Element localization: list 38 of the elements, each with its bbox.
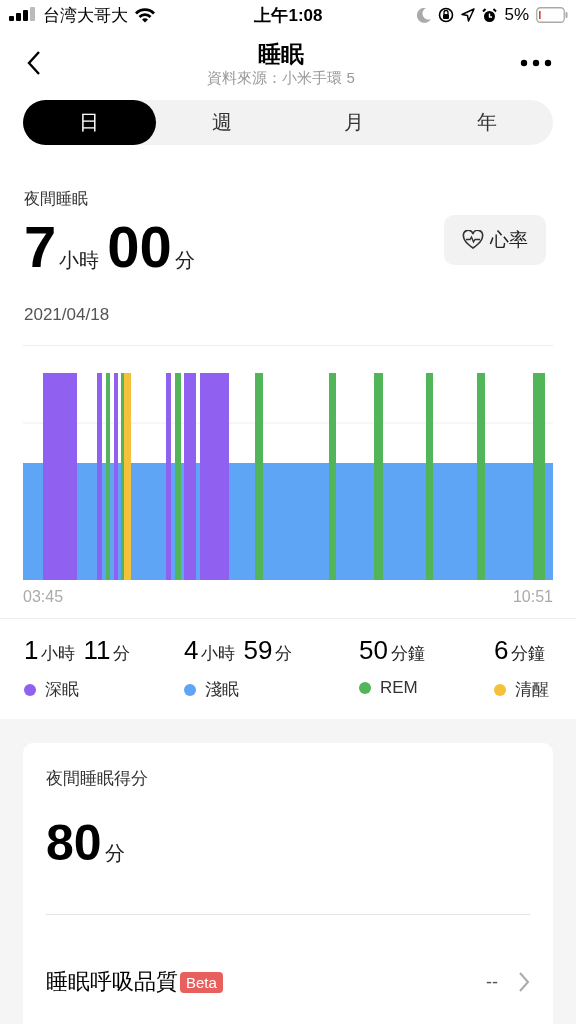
score-title: 夜間睡眠得分 — [46, 768, 149, 790]
more-button[interactable] — [520, 59, 552, 67]
heart-rate-button[interactable]: 心率 — [444, 215, 546, 265]
legend-label: REM — [380, 678, 418, 698]
end-time: 10:51 — [512, 588, 553, 606]
carrier-name: 台湾大哥大 — [43, 4, 128, 27]
legend-label: 淺眠 — [205, 679, 239, 701]
data-source-subtitle: 資料來源：小米手環 5 — [207, 68, 355, 88]
breathing-quality-label: 睡眠呼吸品質 — [46, 968, 178, 996]
period-tab[interactable]: 日 — [23, 100, 156, 145]
period-tab[interactable]: 週 — [155, 100, 288, 145]
sleep-score: 80 分 — [46, 808, 530, 915]
stage-duration: 6分鐘 — [494, 635, 547, 666]
stage-duration: 50 分鐘 — [359, 635, 426, 666]
period-tab[interactable]: 月 — [288, 100, 421, 145]
breathing-quality-value: -- — [486, 971, 498, 993]
section-title: 夜間睡眠 — [24, 189, 89, 209]
period-tab[interactable]: 年 — [420, 100, 553, 145]
stage-duration: 1小時 11分 — [24, 635, 132, 666]
battery-percent: 5% — [504, 5, 529, 25]
sleep-duration: 7 小時 00 分 — [24, 214, 195, 281]
clock-time: 上午1:08 — [254, 4, 323, 27]
wifi-icon — [134, 7, 156, 23]
battery-icon — [536, 7, 568, 23]
legend-label: 清醒 — [515, 679, 549, 701]
alarm-clock-icon — [482, 7, 498, 23]
back-button[interactable] — [26, 50, 42, 76]
page-title: 睡眠 — [258, 39, 304, 69]
date-label: 2021/04/18 — [24, 305, 111, 325]
start-time: 03:45 — [23, 588, 64, 606]
beta-badge: Beta — [180, 971, 223, 993]
rotation-lock-icon — [438, 7, 455, 23]
stage-duration: 4小時 59分 — [184, 635, 294, 666]
location-arrow-icon — [461, 8, 476, 22]
heart-pulse-icon — [462, 230, 484, 250]
moon-icon — [417, 7, 432, 23]
legend-label: 深眠 — [45, 679, 79, 701]
signal-icon — [9, 6, 37, 24]
